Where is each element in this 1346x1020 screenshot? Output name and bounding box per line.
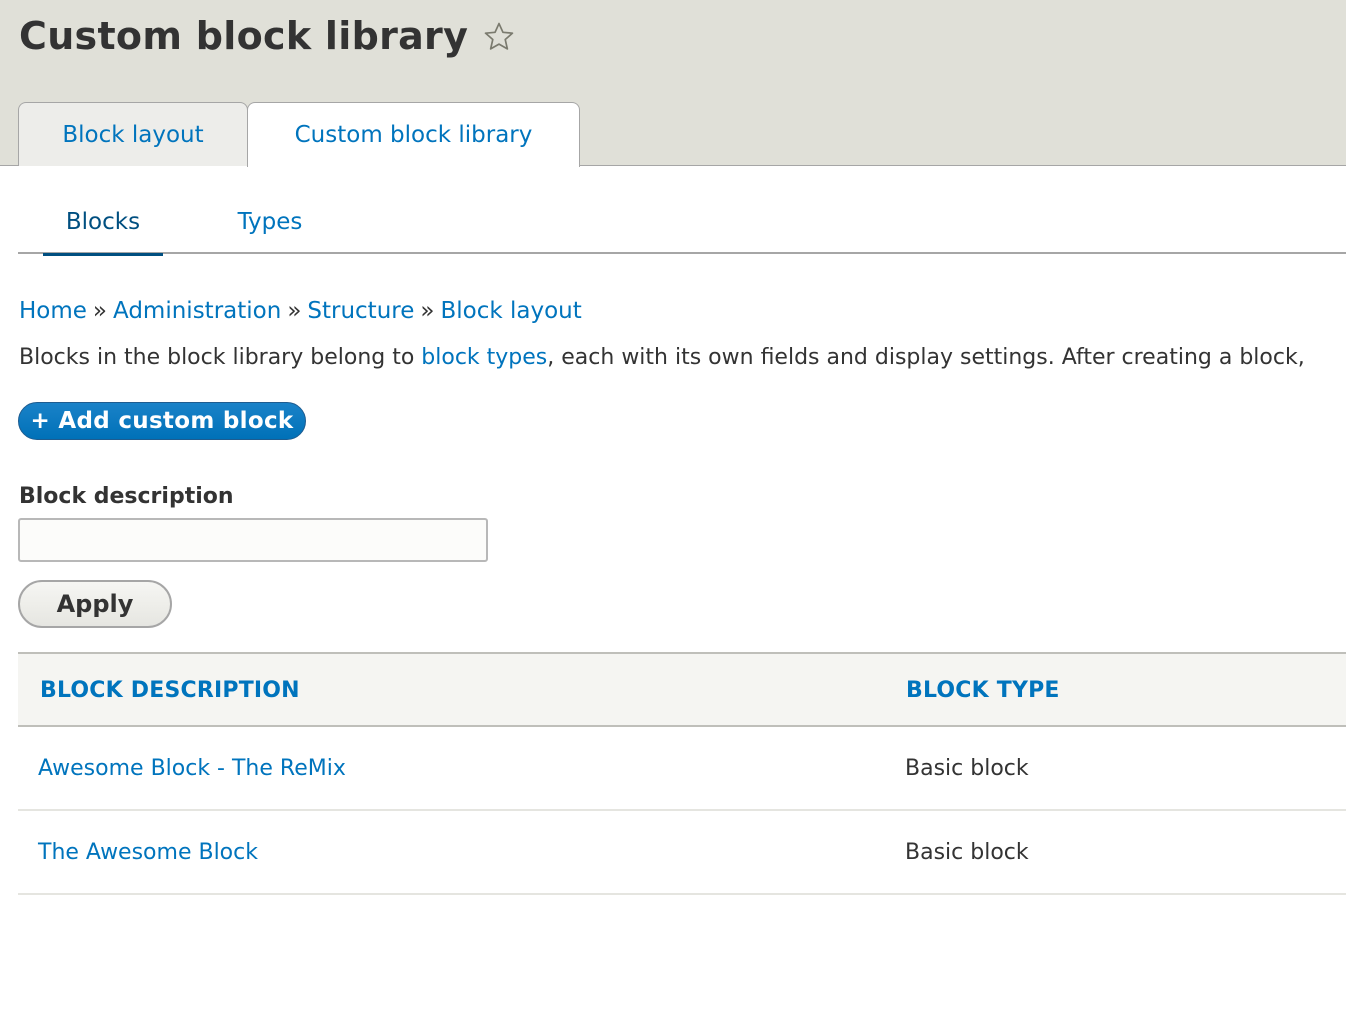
breadcrumb-administration[interactable]: Administration [113, 298, 281, 324]
secondary-tabs: Blocks Types [18, 190, 1346, 256]
table-row: The Awesome Block Basic block [18, 811, 1346, 895]
block-description-label: Block description [19, 484, 234, 509]
table-header: BLOCK DESCRIPTION BLOCK TYPE [18, 652, 1346, 727]
block-types-link[interactable]: block types [421, 345, 547, 370]
apply-button[interactable]: Apply [18, 580, 172, 628]
column-header-block-description[interactable]: BLOCK DESCRIPTION [40, 654, 300, 727]
block-description-input[interactable] [18, 518, 488, 562]
blocks-table: BLOCK DESCRIPTION BLOCK TYPE Awesome Blo… [18, 652, 1346, 895]
page-description: Blocks in the block library belong to bl… [19, 345, 1305, 370]
subtab-types[interactable]: Types [208, 190, 332, 254]
breadcrumb-home[interactable]: Home [19, 298, 87, 324]
block-type-cell: Basic block [905, 755, 1029, 781]
table-row: Awesome Block - The ReMix Basic block [18, 727, 1346, 811]
breadcrumb: Home» Administration» Structure» Block layo… [19, 298, 582, 324]
breadcrumb-separator: » [420, 298, 435, 324]
description-text-before: Blocks in the block library belong to [19, 345, 422, 370]
page-title: Custom block library [19, 14, 516, 58]
breadcrumb-separator: » [92, 298, 107, 324]
block-description-link[interactable]: The Awesome Block [38, 811, 258, 893]
breadcrumb-separator: » [287, 298, 302, 324]
block-type-cell: Basic block [905, 839, 1029, 865]
star-outline-icon[interactable] [482, 19, 516, 53]
subtab-blocks[interactable]: Blocks [43, 190, 163, 256]
description-text-after: , each with its own fields and display s… [547, 345, 1305, 370]
add-custom-block-button[interactable]: + Add custom block [18, 402, 306, 440]
tab-custom-block-library[interactable]: Custom block library [247, 102, 580, 167]
page-title-text: Custom block library [19, 14, 469, 58]
block-description-link[interactable]: Awesome Block - The ReMix [38, 727, 346, 809]
breadcrumb-block-layout[interactable]: Block layout [440, 298, 581, 324]
page-header: Custom block library Block layout Custom… [0, 0, 1346, 167]
tab-block-layout[interactable]: Block layout [18, 102, 248, 166]
breadcrumb-structure[interactable]: Structure [307, 298, 414, 324]
column-header-block-type[interactable]: BLOCK TYPE [906, 654, 1060, 727]
